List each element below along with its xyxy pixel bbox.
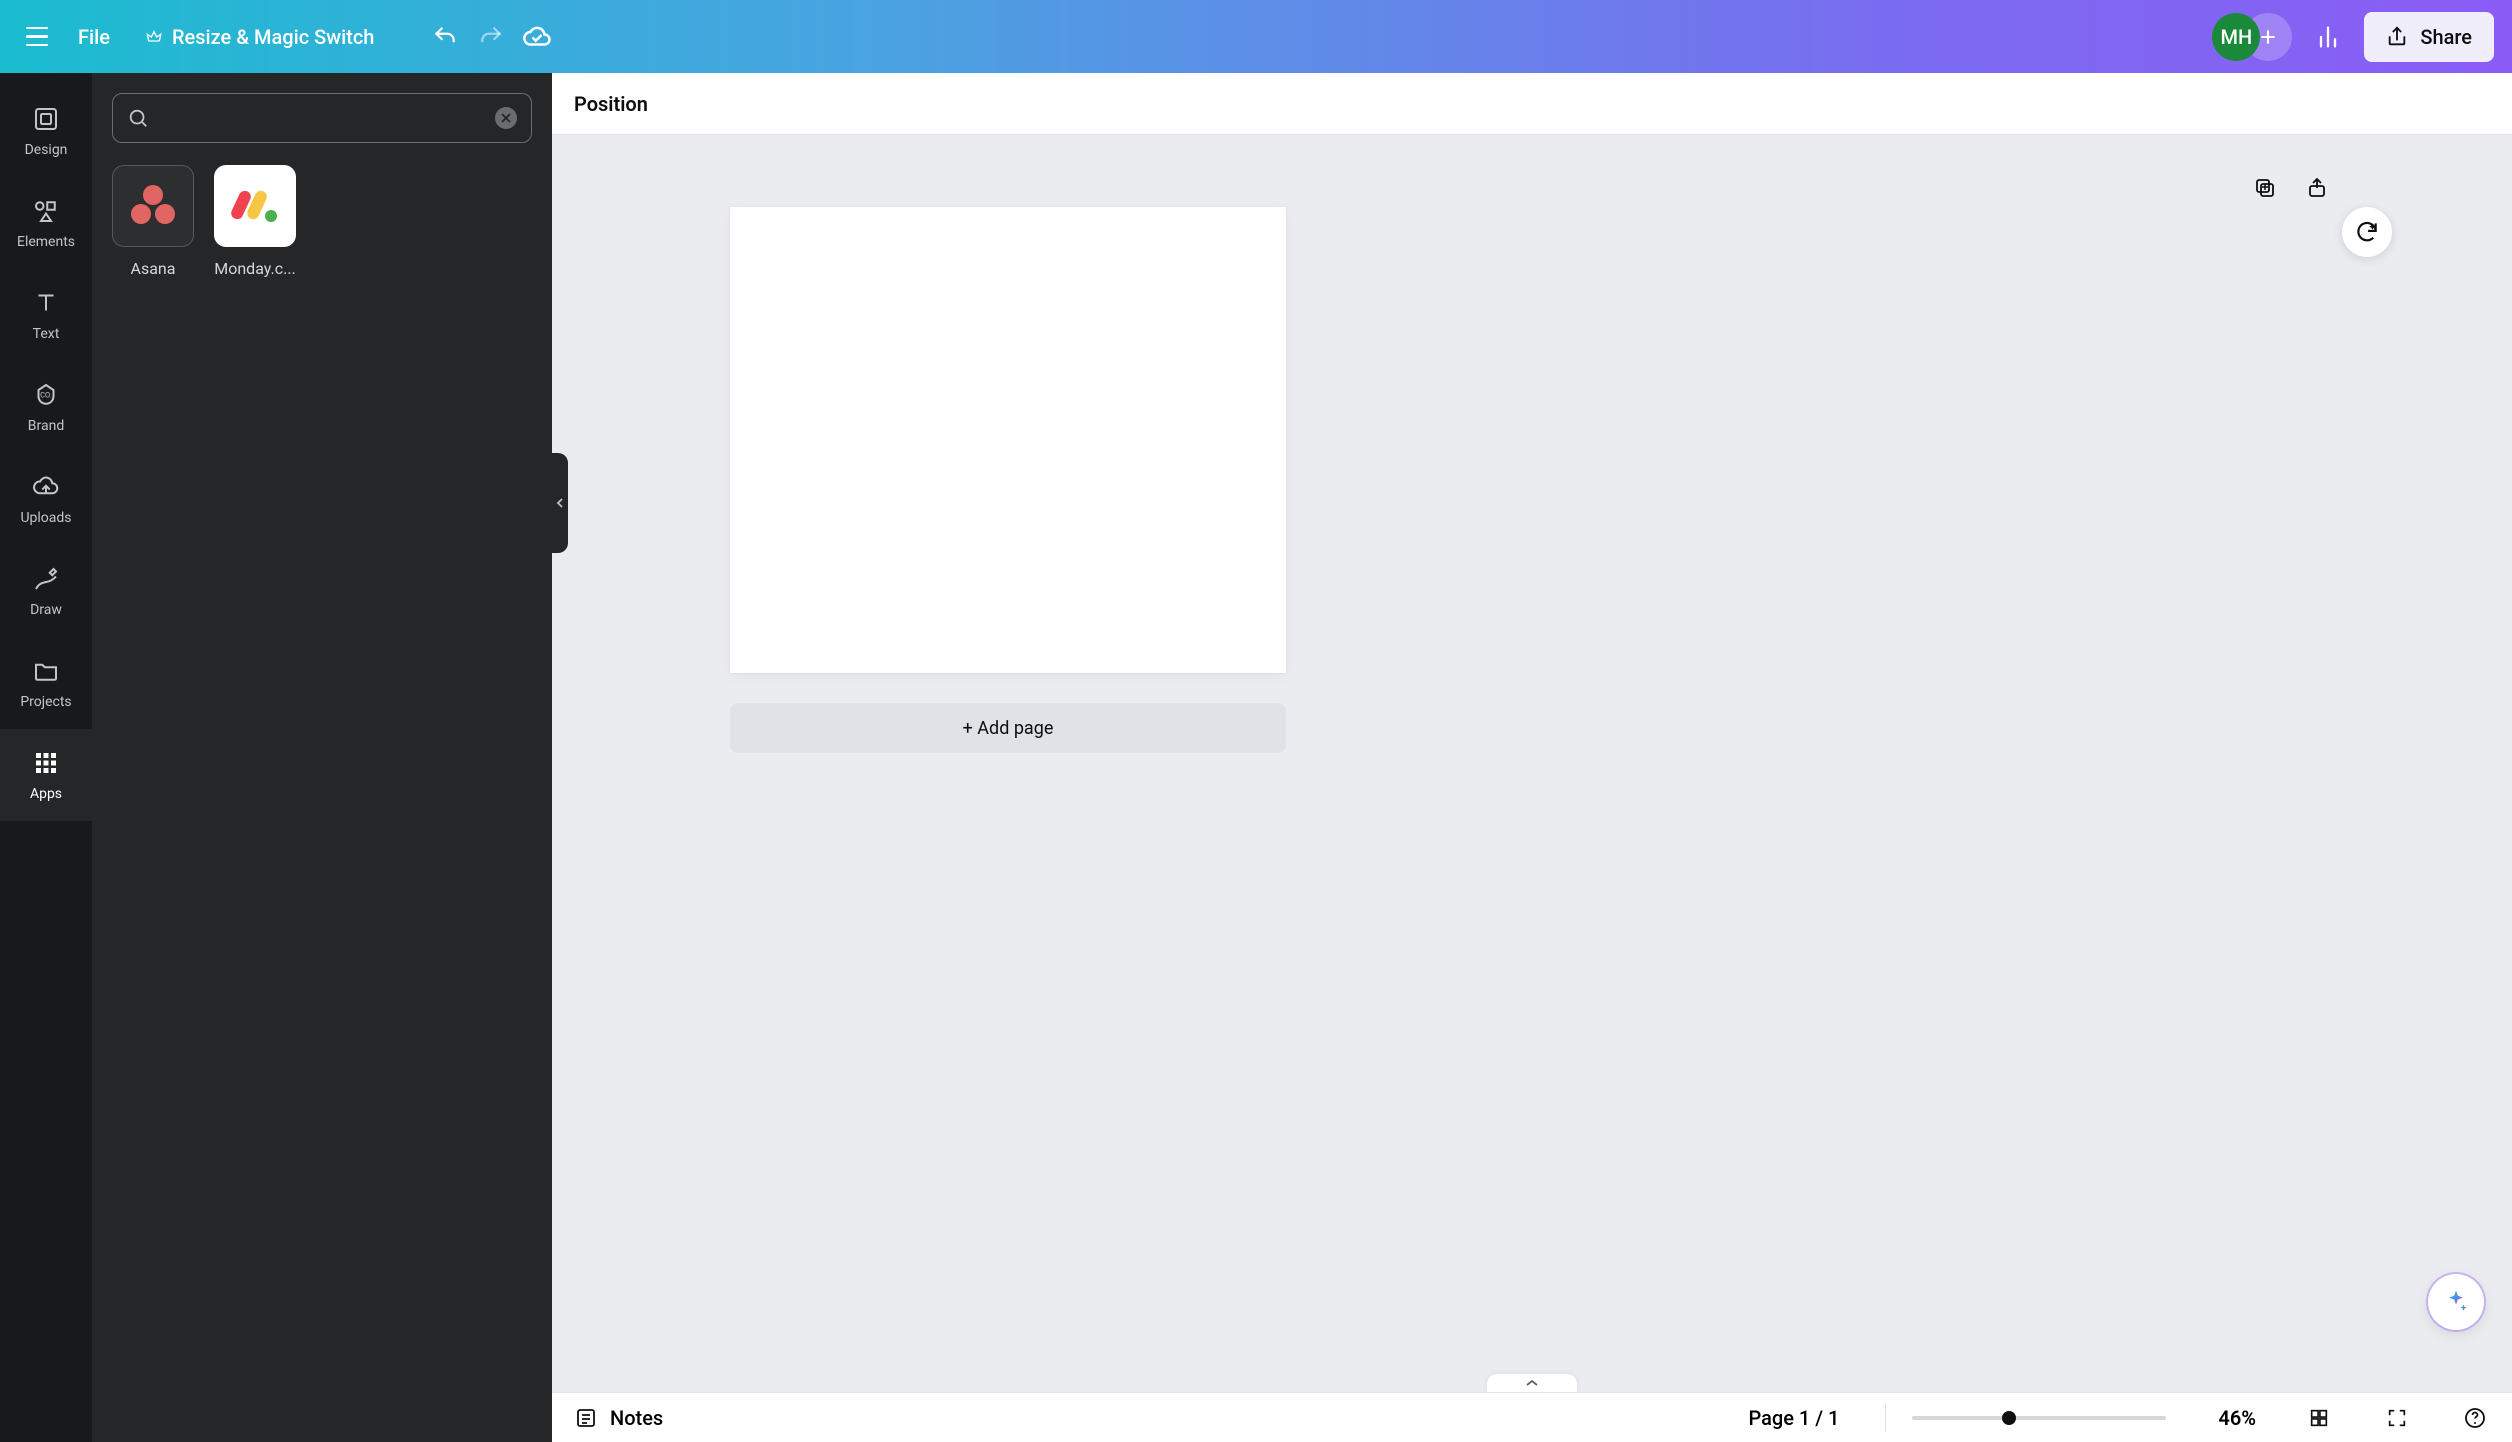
undo-icon [432,24,458,50]
brand-icon: CO. [31,380,61,410]
close-icon [501,113,511,123]
design-icon [31,104,61,134]
position-button[interactable]: Position [574,92,648,116]
app-label: Monday.c... [214,259,296,278]
zoom-level[interactable]: 46% [2218,1406,2256,1430]
rail-label: Text [33,326,60,342]
rail-label: Design [25,142,68,158]
notes-icon [574,1406,598,1430]
refresh-sparkle-icon [2354,219,2380,245]
add-page-button[interactable]: + Add page [730,703,1286,753]
file-menu-button[interactable]: File [60,15,128,59]
clear-search-button[interactable] [495,107,517,129]
magic-write-button[interactable] [2342,207,2392,257]
apps-search-input[interactable] [161,108,483,129]
rail-item-apps[interactable]: Apps [0,729,92,821]
redo-button[interactable] [468,14,514,60]
app-tile [214,165,296,247]
projects-icon [31,656,61,686]
text-icon [31,288,61,318]
rail-label: Elements [17,234,75,250]
avatar[interactable]: MH [2212,13,2260,61]
rail-label: Brand [28,418,64,434]
canva-assistant-button[interactable] [2428,1274,2484,1330]
app-label: Asana [131,259,176,278]
cloud-check-icon [522,22,552,52]
sparkle-icon [2441,1287,2471,1317]
notes-button[interactable]: Notes [574,1406,663,1430]
export-page-button[interactable] [2302,173,2332,203]
bar-chart-icon [2314,23,2342,51]
apps-grid: Asana Monday.c... [112,165,532,278]
undo-button[interactable] [422,14,468,60]
side-panel: Asana Monday.c... [92,73,552,1442]
svg-text:CO.: CO. [40,391,52,400]
add-page-label: + Add page [963,718,1054,739]
avatar-initials: MH [2221,25,2253,49]
apps-search[interactable] [112,93,532,143]
rail-item-projects[interactable]: Projects [0,637,92,729]
help-icon [2463,1406,2487,1430]
resize-magic-switch-label: Resize & Magic Switch [172,25,374,49]
canvas-stage[interactable]: + Add page [552,135,2512,1392]
fullscreen-button[interactable] [2382,1403,2412,1433]
draw-icon [31,564,61,594]
uploads-icon [31,472,61,502]
app-tile [112,165,194,247]
rail-item-draw[interactable]: Draw [0,545,92,637]
duplicate-icon [2253,176,2277,200]
apps-icon [31,748,61,778]
share-icon [2386,26,2408,48]
app-card-monday[interactable]: Monday.c... [214,165,296,278]
resize-magic-switch-button[interactable]: Resize & Magic Switch [128,15,392,59]
redo-icon [478,24,504,50]
rail-label: Uploads [20,510,71,526]
app-card-asana[interactable]: Asana [112,165,194,278]
fullscreen-icon [2386,1407,2408,1429]
duplicate-page-button[interactable] [2250,173,2280,203]
rail-item-design[interactable]: Design [0,85,92,177]
rail-item-brand[interactable]: CO. Brand [0,361,92,453]
help-button[interactable] [2460,1403,2490,1433]
notes-label: Notes [610,1406,663,1430]
upload-icon [2305,176,2329,200]
monday-icon [225,176,285,236]
grid-icon [2308,1407,2330,1429]
context-toolbar: Position [552,73,2512,135]
main-menu-button[interactable] [18,16,60,58]
plus-icon [2258,27,2278,47]
rail-item-text[interactable]: Text [0,269,92,361]
elements-icon [31,196,61,226]
zoom-slider-thumb[interactable] [2002,1411,2016,1425]
search-icon [127,107,149,129]
left-rail: Design Elements Text CO. Brand Uploads D… [0,73,92,1442]
pages-peek-button[interactable] [1487,1374,1577,1392]
rail-item-uploads[interactable]: Uploads [0,453,92,545]
zoom-slider[interactable] [1912,1416,2166,1420]
share-button[interactable]: Share [2364,12,2494,62]
file-menu-label: File [78,25,110,49]
rail-label: Projects [20,694,71,710]
rail-label: Apps [30,786,62,802]
top-bar: File Resize & Magic Switch MH Share [0,0,2512,73]
page-actions [2250,173,2332,203]
canvas-page[interactable] [730,207,1286,673]
canvas-area: Position + Add page [552,73,2512,1442]
crown-icon [146,29,162,45]
cloud-sync-button[interactable] [514,14,560,60]
rail-label: Draw [30,602,62,618]
share-label: Share [2420,25,2472,49]
footer-bar: Notes Page 1 / 1 46% [552,1392,2512,1442]
grid-view-button[interactable] [2304,1403,2334,1433]
chevron-up-icon [1525,1378,1539,1388]
insights-button[interactable] [2304,13,2352,61]
asana-icon [123,176,183,236]
page-indicator[interactable]: Page 1 / 1 [1748,1406,1839,1430]
rail-item-elements[interactable]: Elements [0,177,92,269]
